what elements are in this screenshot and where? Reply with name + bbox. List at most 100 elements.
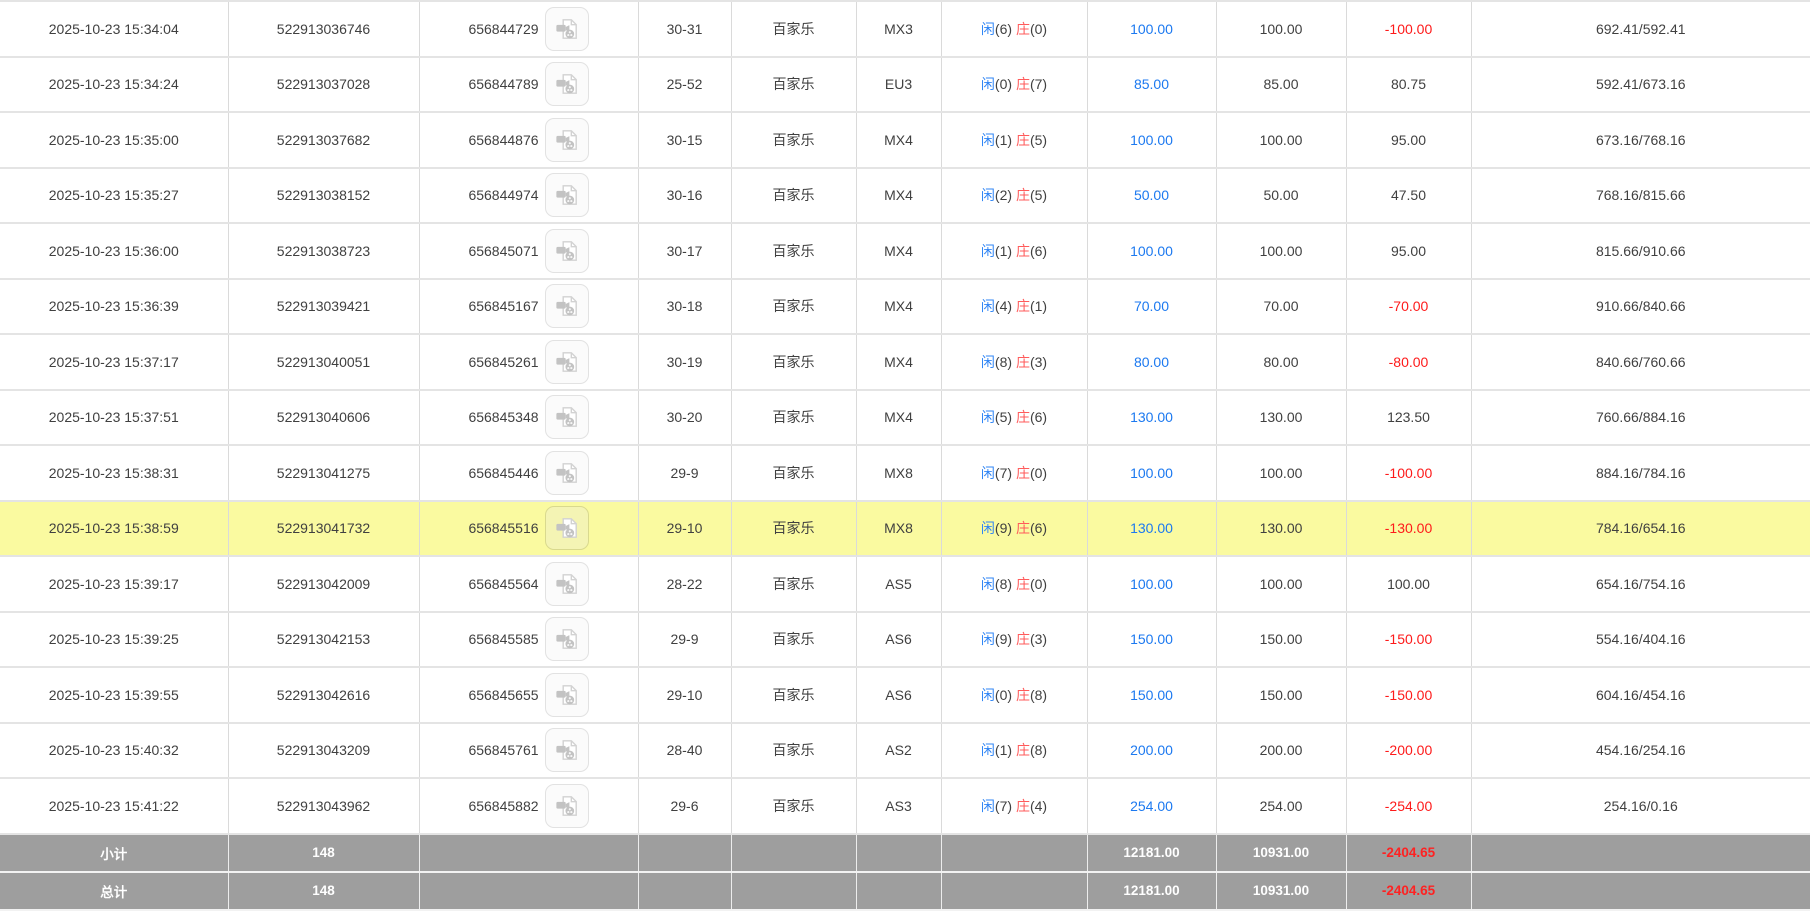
table-row[interactable]: 2025-10-23 15:36:00 522913038723 6568450… [0, 223, 1810, 279]
video-replay-button[interactable] [545, 118, 589, 162]
cell-table-code: MX4 [856, 334, 941, 390]
player-result-label: 闲 [981, 187, 995, 203]
table-row[interactable]: 2025-10-23 15:38:59 522913041732 6568455… [0, 501, 1810, 557]
player-result-label: 闲 [981, 243, 995, 259]
player-result-count: (8) [995, 576, 1012, 592]
video-replay-button[interactable] [545, 62, 589, 106]
video-replay-button[interactable] [545, 562, 589, 606]
cell-bet-time: 2025-10-23 15:39:17 [0, 556, 228, 612]
cell-bet-id: 522913042009 [228, 556, 419, 612]
cell-table-seat: 30-19 [638, 334, 731, 390]
cell-valid-amount: 150.00 [1216, 612, 1346, 668]
table-row[interactable]: 2025-10-23 15:40:32 522913043209 6568457… [0, 723, 1810, 779]
video-replay-button[interactable] [545, 229, 589, 273]
player-result-label: 闲 [981, 465, 995, 481]
table-row[interactable]: 2025-10-23 15:36:39 522913039421 6568451… [0, 279, 1810, 335]
grand-total-valid-amount: 10931.00 [1216, 872, 1346, 910]
table-row[interactable]: 2025-10-23 15:35:00 522913037682 6568448… [0, 112, 1810, 168]
cell-bet-time: 2025-10-23 15:38:31 [0, 445, 228, 501]
video-replay-button[interactable] [545, 617, 589, 661]
cell-bet-id: 522913040606 [228, 390, 419, 446]
round-number: 656844876 [468, 132, 538, 148]
table-row[interactable]: 2025-10-23 15:41:22 522913043962 6568458… [0, 778, 1810, 834]
cell-table-code: MX4 [856, 223, 941, 279]
table-row[interactable]: 2025-10-23 15:34:04 522913036746 6568447… [0, 1, 1810, 57]
video-replay-button[interactable] [545, 173, 589, 217]
cell-balance: 654.16/754.16 [1471, 556, 1810, 612]
table-row[interactable]: 2025-10-23 15:39:17 522913042009 6568455… [0, 556, 1810, 612]
cell-round-number: 656845564 [419, 556, 638, 612]
table-row[interactable]: 2025-10-23 15:37:51 522913040606 6568453… [0, 390, 1810, 446]
player-result-label: 闲 [981, 409, 995, 425]
cell-table-seat: 25-52 [638, 57, 731, 113]
cell-balance: 910.66/840.66 [1471, 279, 1810, 335]
cell-bet-amount: 100.00 [1087, 1, 1216, 57]
player-result-label: 闲 [981, 576, 995, 592]
video-replay-button[interactable] [545, 7, 589, 51]
banker-result-count: (8) [1030, 742, 1047, 758]
cell-balance: 592.41/673.16 [1471, 57, 1810, 113]
cell-bet-id: 522913042616 [228, 667, 419, 723]
video-replay-button[interactable] [545, 728, 589, 772]
cell-table-code: MX4 [856, 168, 941, 224]
table-row[interactable]: 2025-10-23 15:34:24 522913037028 6568447… [0, 57, 1810, 113]
video-replay-button[interactable] [545, 284, 589, 328]
cell-game-name: 百家乐 [731, 501, 856, 557]
player-result-label: 闲 [981, 742, 995, 758]
banker-result-label: 庄 [1016, 576, 1030, 592]
table-row[interactable]: 2025-10-23 15:35:27 522913038152 6568449… [0, 168, 1810, 224]
video-file-icon [554, 793, 580, 819]
banker-result-label: 庄 [1016, 132, 1030, 148]
video-file-icon [554, 571, 580, 597]
cell-win-loss: 100.00 [1346, 556, 1471, 612]
cell-bet-time: 2025-10-23 15:40:32 [0, 723, 228, 779]
cell-win-loss: -254.00 [1346, 778, 1471, 834]
cell-bet-time: 2025-10-23 15:36:39 [0, 279, 228, 335]
video-replay-button[interactable] [545, 395, 589, 439]
banker-result-label: 庄 [1016, 465, 1030, 481]
cell-game-result: 闲(8) 庄(0) [941, 556, 1087, 612]
cell-balance: 784.16/654.16 [1471, 501, 1810, 557]
banker-result-count: (7) [1030, 76, 1047, 92]
video-file-icon [554, 16, 580, 42]
banker-result-label: 庄 [1016, 243, 1030, 259]
cell-bet-id: 522913040051 [228, 334, 419, 390]
grand-total-label: 总计 [0, 872, 228, 910]
banker-result-count: (6) [1030, 520, 1047, 536]
table-row[interactable]: 2025-10-23 15:39:25 522913042153 6568455… [0, 612, 1810, 668]
cell-win-loss: 95.00 [1346, 112, 1471, 168]
banker-result-label: 庄 [1016, 76, 1030, 92]
cell-table-seat: 29-10 [638, 501, 731, 557]
player-result-count: (4) [995, 298, 1012, 314]
cell-bet-amount: 130.00 [1087, 390, 1216, 446]
cell-bet-amount: 254.00 [1087, 778, 1216, 834]
table-row[interactable]: 2025-10-23 15:37:17 522913040051 6568452… [0, 334, 1810, 390]
cell-balance: 768.16/815.66 [1471, 168, 1810, 224]
round-number: 656844974 [468, 187, 538, 203]
cell-win-loss: -70.00 [1346, 279, 1471, 335]
cell-valid-amount: 100.00 [1216, 1, 1346, 57]
video-replay-button[interactable] [545, 784, 589, 828]
cell-bet-amount: 50.00 [1087, 168, 1216, 224]
round-number: 656845071 [468, 243, 538, 259]
table-row[interactable]: 2025-10-23 15:38:31 522913041275 6568454… [0, 445, 1810, 501]
cell-bet-amount: 150.00 [1087, 612, 1216, 668]
cell-bet-id: 522913037028 [228, 57, 419, 113]
video-replay-button[interactable] [545, 673, 589, 717]
cell-game-result: 闲(9) 庄(3) [941, 612, 1087, 668]
video-file-icon [554, 238, 580, 264]
player-result-label: 闲 [981, 798, 995, 814]
cell-win-loss: -200.00 [1346, 723, 1471, 779]
table-row[interactable]: 2025-10-23 15:39:55 522913042616 6568456… [0, 667, 1810, 723]
video-replay-button[interactable] [545, 340, 589, 384]
round-number: 656845516 [468, 520, 538, 536]
player-result-label: 闲 [981, 132, 995, 148]
video-replay-button[interactable] [545, 451, 589, 495]
video-file-icon [554, 182, 580, 208]
cell-bet-time: 2025-10-23 15:37:17 [0, 334, 228, 390]
cell-balance: 840.66/760.66 [1471, 334, 1810, 390]
subtotal-bet-amount: 12181.00 [1087, 834, 1216, 872]
cell-balance: 692.41/592.41 [1471, 1, 1810, 57]
cell-valid-amount: 85.00 [1216, 57, 1346, 113]
video-replay-button[interactable] [545, 506, 589, 550]
